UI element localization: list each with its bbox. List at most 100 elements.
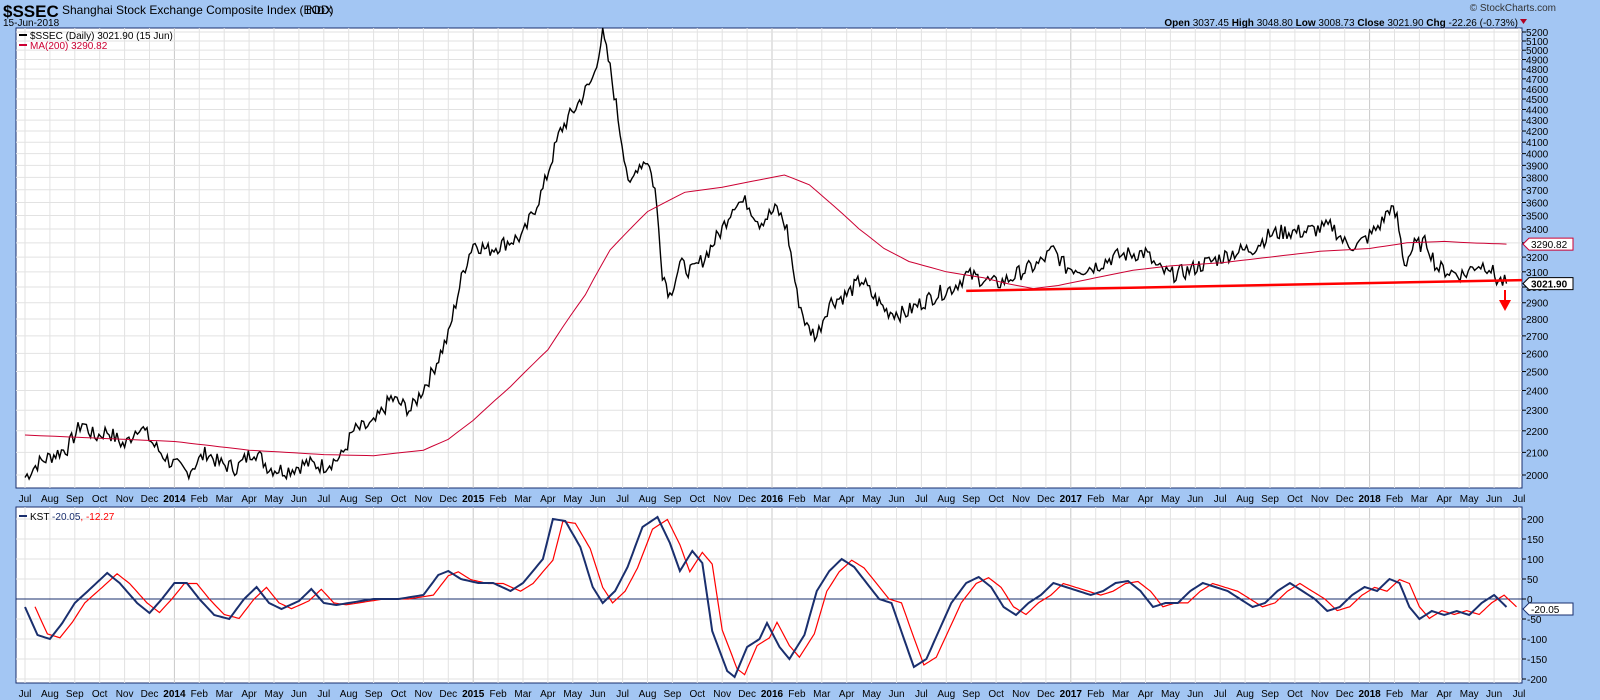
x-label-kst: Oct [690, 689, 706, 700]
x-label-kst: Jul [1214, 689, 1227, 700]
y-tick-label: 2600 [1526, 349, 1549, 360]
x-label-price: 2017 [1060, 494, 1083, 505]
x-label-kst: Nov [1311, 689, 1329, 700]
x-label-price: Jul [1214, 494, 1227, 505]
y-tick-label: 4000 [1526, 150, 1549, 161]
x-label-kst: Jun [888, 689, 904, 700]
x-label-kst: Dec [1037, 689, 1055, 700]
kst-value-label: -20.05 [1531, 605, 1560, 616]
x-label-price: Dec [1336, 494, 1354, 505]
down-arrow-icon [1520, 19, 1527, 24]
x-label-kst: Mar [813, 689, 831, 700]
ohlc-key: High [1232, 18, 1257, 29]
y-tick-label: 4600 [1526, 85, 1549, 96]
x-label-kst: Apr [1138, 689, 1154, 700]
x-label-kst: Aug [41, 689, 59, 700]
x-label-price: Sep [66, 494, 84, 505]
x-label-kst: Feb [1386, 689, 1404, 700]
y-tick-label: 2400 [1526, 386, 1549, 397]
ohlc-key: Chg [1426, 18, 1448, 29]
y-tick-label: 4300 [1526, 116, 1549, 127]
x-label-price: May [265, 494, 284, 505]
x-label-kst: Aug [639, 689, 657, 700]
x-label-price: Jun [590, 494, 606, 505]
x-label-kst: 2017 [1060, 689, 1083, 700]
chart-date: 15-Jun-2018 [3, 18, 60, 29]
x-label-kst: 2014 [163, 689, 186, 700]
y-tick-label: 2900 [1526, 299, 1549, 310]
x-label-price: Nov [415, 494, 433, 505]
x-label-price: Apr [1138, 494, 1154, 505]
x-label-price: Dec [141, 494, 159, 505]
x-label-kst: Nov [713, 689, 731, 700]
y-tick-label: 4400 [1526, 105, 1549, 116]
x-label-price: Nov [1012, 494, 1030, 505]
y-tick-label: 3500 [1526, 212, 1549, 223]
x-label-kst: Jun [1486, 689, 1502, 700]
chart-canvas: $SSEC Shanghai Stock Exchange Composite … [3, 2, 1574, 700]
x-label-price: Jun [291, 494, 307, 505]
ohlc-value: 3021.90 [1387, 18, 1426, 29]
y-tick-label: 4200 [1526, 127, 1549, 138]
x-label-price: Aug [1236, 494, 1254, 505]
y-tick-label: 3800 [1526, 173, 1549, 184]
x-label-price: Oct [690, 494, 706, 505]
x-label-kst: Jul [1513, 689, 1526, 700]
x-label-price: Jul [616, 494, 629, 505]
kst-tick-label: -50 [1527, 615, 1542, 626]
ohlc-value: 3048.80 [1257, 18, 1296, 29]
x-label-price: Feb [489, 494, 507, 505]
brand: © StockCharts.com [1470, 3, 1556, 14]
x-label-kst: Nov [1012, 689, 1030, 700]
x-label-price: Jul [19, 494, 32, 505]
x-label-price: Jun [1486, 494, 1502, 505]
y-tick-label: 4100 [1526, 138, 1549, 149]
x-label-kst: Apr [839, 689, 855, 700]
x-label-kst: Mar [1411, 689, 1429, 700]
y-tick-label: 5200 [1526, 28, 1549, 39]
x-label-price: Mar [813, 494, 831, 505]
x-label-price: Aug [937, 494, 955, 505]
x-label-kst: Jul [19, 689, 32, 700]
x-label-price: Sep [664, 494, 682, 505]
y-tick-label: 4900 [1526, 56, 1549, 67]
y-tick-label: 2100 [1526, 448, 1549, 459]
x-label-price: Nov [1311, 494, 1329, 505]
x-label-price: Oct [391, 494, 407, 505]
x-label-kst: 2015 [462, 689, 485, 700]
x-label-kst: Feb [1087, 689, 1105, 700]
x-label-kst: Jun [590, 689, 606, 700]
x-label-kst: May [862, 689, 881, 700]
x-label-price: Mar [1112, 494, 1130, 505]
x-label-price: Sep [1261, 494, 1279, 505]
y-tick-label: 3600 [1526, 198, 1549, 209]
x-label-kst: Oct [391, 689, 407, 700]
x-label-kst: Aug [340, 689, 358, 700]
x-label-price: Sep [962, 494, 980, 505]
x-label-price: Feb [191, 494, 209, 505]
x-label-price: Apr [540, 494, 556, 505]
x-label-kst: Dec [738, 689, 756, 700]
y-tick-label: 2200 [1526, 427, 1549, 438]
x-label-price: Dec [738, 494, 756, 505]
x-label-kst: Feb [788, 689, 806, 700]
y-tick-label: 4800 [1526, 65, 1549, 76]
x-label-kst: Feb [191, 689, 209, 700]
x-label-kst: Jul [915, 689, 928, 700]
x-label-kst: Apr [540, 689, 556, 700]
kst-tick-label: 150 [1527, 535, 1544, 546]
y-tick-label: 2700 [1526, 332, 1549, 343]
x-label-kst: Jun [1187, 689, 1203, 700]
x-label-kst: Nov [415, 689, 433, 700]
ohlc-value: 3008.73 [1318, 18, 1357, 29]
price-panel: 2000 2100 2200 2300 2400 2500 2600 2700 2800 2900… [15, 27, 1574, 489]
y-tick-label: 4700 [1526, 75, 1549, 86]
kst-tick-label: -150 [1527, 655, 1547, 666]
close-value-label: 3021.90 [1531, 280, 1568, 291]
x-label-price: Mar [1411, 494, 1429, 505]
y-tick-label: 3400 [1526, 225, 1549, 236]
ohlc-readout: Open 3037.45 High 3048.80 Low 3008.73 Cl… [1164, 18, 1518, 29]
x-label-kst: Jun [291, 689, 307, 700]
x-label-kst: Oct [92, 689, 108, 700]
kst-tick-label: 200 [1527, 515, 1544, 526]
